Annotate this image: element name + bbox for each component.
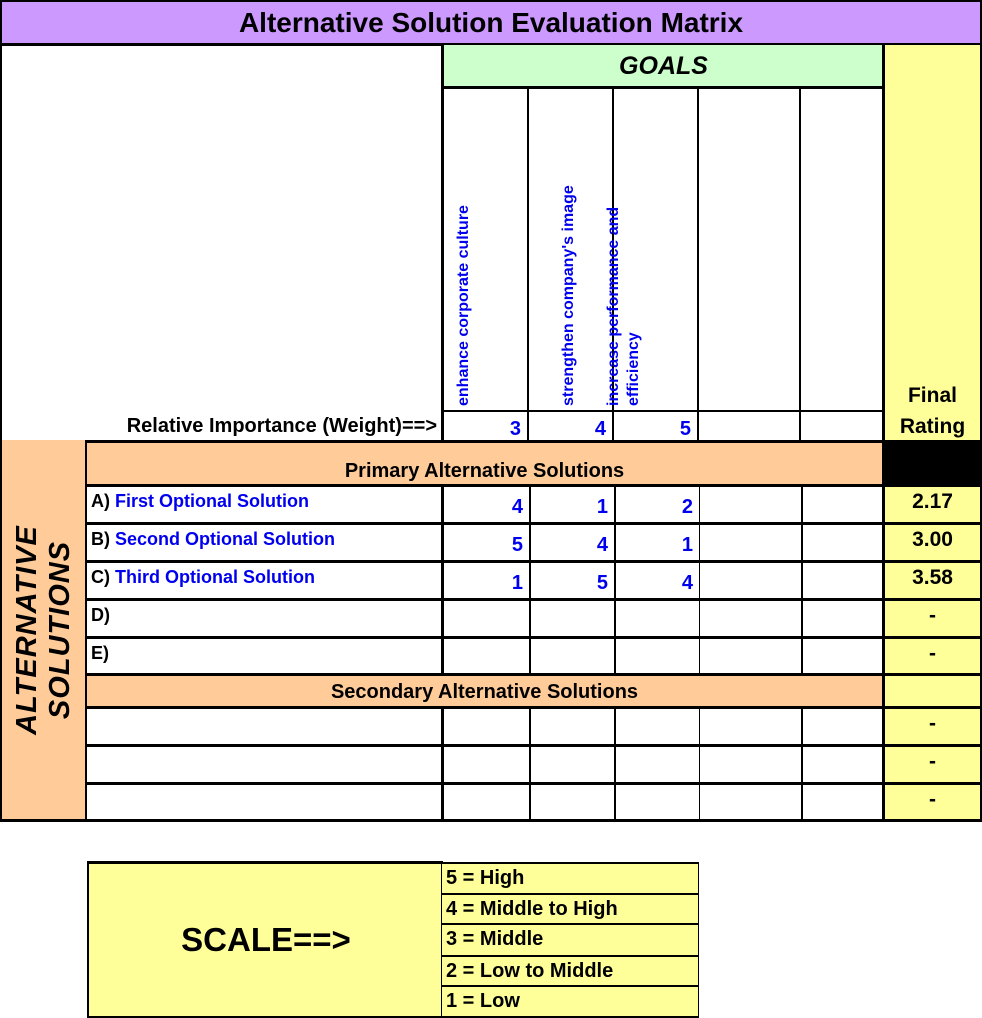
score-cell[interactable]: 4 [441,484,529,522]
alternative-name-cell[interactable] [87,706,441,744]
score-cell[interactable] [441,744,529,782]
goals-divider [441,86,883,89]
left-border [0,45,2,442]
alternative-letter: E) [91,643,109,663]
score-cell[interactable] [441,782,529,820]
scale-item: 3 = Middle [441,923,699,955]
scale-item: 5 = High [441,862,699,893]
alternative-name-cell[interactable] [87,782,441,820]
final-rating-value: 2.17 [882,484,982,522]
score-cell[interactable] [699,484,801,522]
alternative-name-cell[interactable]: D) [87,598,441,636]
score-cell[interactable] [699,782,801,820]
alternative-name-cell[interactable]: E) [87,636,441,674]
alternative-name-cell[interactable]: A) First Optional Solution [87,484,441,522]
alternative-name: First Optional Solution [115,491,309,511]
weight-cell-4[interactable] [699,410,801,442]
final-rating-value: - [882,782,982,820]
score-cell[interactable] [801,782,882,820]
score-cell[interactable] [441,706,529,744]
score-cell[interactable] [529,636,614,674]
scale-item: 2 = Low to Middle [441,955,699,985]
alternative-solutions-side-label: ALTERNATIVE SOLUTIONS [0,440,88,822]
score-cell[interactable] [529,744,614,782]
alternative-letter: A) [91,491,110,511]
final-rating-value: - [882,598,982,636]
score-cell[interactable] [801,744,882,782]
score-cell[interactable] [529,598,614,636]
goal-header-5[interactable] [801,88,883,410]
goal-header-3[interactable]: increase performance and efficiency [605,88,699,410]
score-cell[interactable] [699,522,801,560]
scale-label-box: SCALE==> [87,861,443,1018]
goal-header-1[interactable]: enhance corporate culture [441,88,529,410]
rating-header-black-cell [882,443,982,484]
scale-item: 1 = Low [441,985,699,1018]
score-cell[interactable] [614,706,699,744]
side-label-line1: ALTERNATIVE [10,524,43,735]
score-cell[interactable] [699,560,801,598]
final-rating-label: Final Rating [899,384,966,438]
weight-cell-3[interactable]: 5 [614,410,699,442]
alternative-name-cell[interactable]: B) Second Optional Solution [87,522,441,560]
weight-cell-2[interactable]: 4 [529,410,614,442]
score-cell[interactable]: 5 [529,560,614,598]
score-cell[interactable]: 5 [441,522,529,560]
score-cell[interactable] [801,598,882,636]
score-cell[interactable] [801,706,882,744]
goals-header: GOALS [441,45,883,90]
score-cell[interactable] [529,782,614,820]
matrix-bottom-border [0,819,982,822]
goal-label: increase performance and efficiency [605,206,642,406]
alternative-letter: C) [91,567,110,587]
primary-solutions-header: Primary Alternative Solutions [87,443,882,487]
score-cell[interactable] [801,522,882,560]
score-cell[interactable] [801,484,882,522]
score-cell[interactable] [441,598,529,636]
score-cell[interactable] [614,744,699,782]
secondary-solutions-header: Secondary Alternative Solutions [87,673,882,706]
goal-label: enhance corporate culture [455,205,472,406]
score-cell[interactable] [529,706,614,744]
alternative-name-cell[interactable]: C) Third Optional Solution [87,560,441,598]
alternative-name: Second Optional Solution [115,529,336,549]
score-cell[interactable] [614,598,699,636]
score-cell[interactable] [699,744,801,782]
scale-item: 4 = Middle to High [441,893,699,923]
score-cell[interactable] [699,598,801,636]
alternative-name: Third Optional Solution [115,567,315,587]
goal-header-2[interactable]: strengthen company's image [529,88,614,410]
weight-cell-5[interactable] [801,410,883,442]
alternative-letter: B) [91,529,110,549]
final-rating-value: 3.58 [882,560,982,598]
score-cell[interactable] [801,636,882,674]
score-cell[interactable] [441,636,529,674]
final-rating-value: - [882,706,982,744]
score-cell[interactable] [614,782,699,820]
score-cell[interactable]: 4 [614,560,699,598]
side-label-line2: SOLUTIONS [43,540,76,719]
alternative-name-cell[interactable] [87,744,441,782]
score-cell[interactable] [699,706,801,744]
final-rating-value: 3.00 [882,522,982,560]
alternative-letter: D) [91,605,110,625]
score-cell[interactable]: 1 [441,560,529,598]
matrix-title: Alternative Solution Evaluation Matrix [0,0,982,46]
final-rating-value: - [882,744,982,782]
score-cell[interactable]: 1 [529,484,614,522]
score-cell[interactable]: 4 [529,522,614,560]
weight-label: Relative Importance (Weight)==> [126,415,437,437]
goal-header-4[interactable] [699,88,801,410]
goal-label: strengthen company's image [560,185,577,406]
score-cell[interactable]: 2 [614,484,699,522]
score-cell[interactable] [699,636,801,674]
score-cell[interactable] [614,636,699,674]
weight-cell-1[interactable]: 3 [441,410,529,442]
final-rating-value: - [882,636,982,674]
score-cell[interactable] [801,560,882,598]
side-label-text: ALTERNATIVE SOLUTIONS [11,525,77,735]
score-cell[interactable]: 1 [614,522,699,560]
secondary-rating-header-cell [882,673,982,706]
